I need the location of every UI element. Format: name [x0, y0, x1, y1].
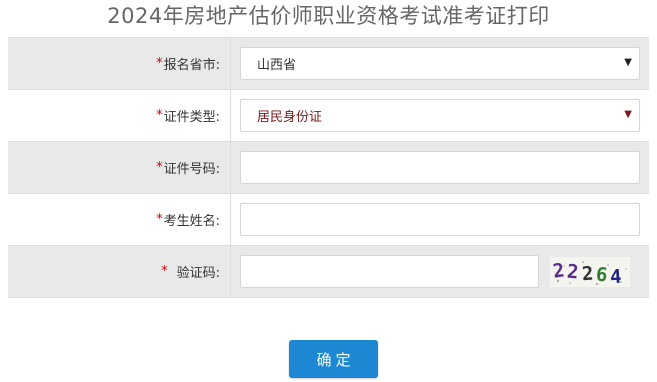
id-type-field-cell: 居民身份证 ▼ [231, 90, 649, 141]
name-input[interactable] [240, 203, 640, 236]
name-label-text: 考生姓名: [163, 214, 220, 229]
id-type-select[interactable]: 居民身份证 ▼ [240, 99, 640, 132]
captcha-char: 4 [609, 265, 623, 287]
province-label: * 报名省市: [8, 38, 231, 89]
id-number-label-text: 证件号码: [163, 162, 220, 177]
province-select[interactable]: 山西省 ▼ [240, 47, 640, 80]
required-mark: * [156, 160, 163, 175]
province-field-cell: 山西省 ▼ [231, 38, 649, 89]
captcha-image[interactable]: 2 2 2 6 4 [550, 256, 630, 287]
admission-ticket-form: * 报名省市: 山西省 ▼ * 证件类型: 居民身份证 ▼ * 证件号码: * … [8, 37, 649, 298]
required-mark: * [156, 56, 163, 71]
name-label: * 考生姓名: [8, 194, 231, 245]
chevron-down-icon: ▼ [624, 57, 632, 68]
id-type-label: * 证件类型: [8, 90, 231, 141]
captcha-char: 2 [566, 260, 580, 283]
form-row-id-type: * 证件类型: 居民身份证 ▼ [8, 90, 649, 142]
id-type-select-value: 居民身份证 [257, 110, 323, 125]
chevron-down-icon: ▼ [624, 109, 632, 120]
id-number-field-cell [231, 142, 649, 193]
name-field-cell [231, 194, 649, 245]
page-title: 2024年房地产估价师职业资格考试准考证打印 [107, 4, 550, 28]
required-mark: * [161, 264, 168, 279]
captcha-char: 6 [594, 262, 609, 287]
captcha-char: 2 [581, 262, 595, 285]
captcha-input[interactable] [240, 255, 539, 288]
required-mark: * [156, 108, 163, 123]
captcha-field-cell: 2 2 2 6 4 [231, 246, 649, 297]
form-row-id-number: * 证件号码: [8, 142, 649, 194]
required-mark: * [156, 212, 163, 227]
id-type-label-text: 证件类型: [163, 110, 220, 125]
province-label-text: 报名省市: [163, 58, 220, 73]
form-row-captcha: * 验证码: 2 2 2 6 4 [8, 246, 649, 298]
id-number-input[interactable] [240, 151, 640, 184]
form-row-province: * 报名省市: 山西省 ▼ [8, 38, 649, 90]
id-number-label: * 证件号码: [8, 142, 231, 193]
submit-button[interactable]: 确定 [289, 340, 378, 378]
form-row-name: * 考生姓名: [8, 194, 649, 246]
captcha-label: * 验证码: [8, 246, 231, 297]
captcha-label-text: 验证码: [176, 266, 220, 281]
province-select-value: 山西省 [257, 58, 297, 73]
